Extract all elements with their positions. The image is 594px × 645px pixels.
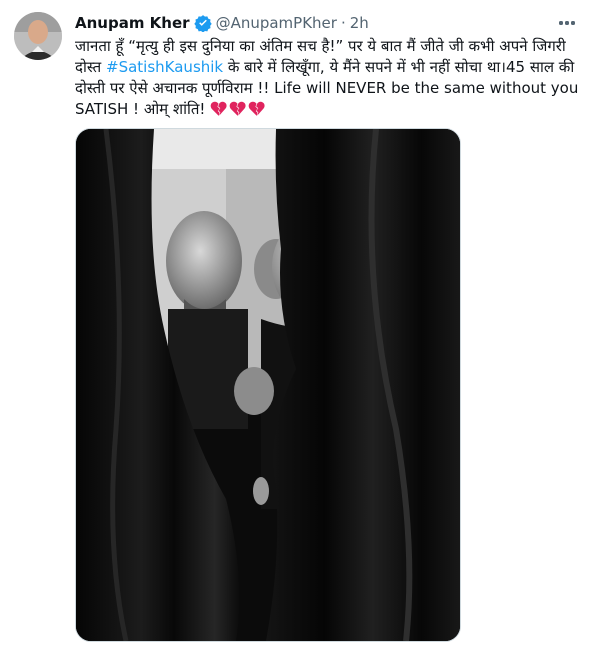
tweet-card[interactable]: Anupam Kher @AnupamPKher · 2h जानता हूँ … xyxy=(0,0,594,645)
tweet-photo[interactable] xyxy=(75,128,461,642)
more-horizontal-icon xyxy=(559,21,563,25)
emoji-group xyxy=(210,100,267,117)
avatar-image xyxy=(14,12,62,60)
more-options-button[interactable] xyxy=(554,10,580,36)
author-avatar[interactable] xyxy=(14,12,62,60)
tweet-timestamp[interactable]: 2h xyxy=(350,14,369,32)
tweet-text: जानता हूँ “मृत्यु ही इस दुनिया का अंतिम … xyxy=(75,36,580,120)
photo-image xyxy=(76,129,460,641)
header-separator: · xyxy=(340,14,346,32)
author-handle[interactable]: @AnupamPKher xyxy=(216,14,337,32)
broken-heart-icon xyxy=(229,101,246,116)
broken-heart-icon xyxy=(210,101,227,116)
hashtag-link[interactable]: #SatishKaushik xyxy=(106,58,223,76)
verified-badge-icon xyxy=(193,14,212,33)
tweet-header: Anupam Kher @AnupamPKher · 2h xyxy=(75,12,574,34)
author-name[interactable]: Anupam Kher xyxy=(75,14,190,32)
broken-heart-icon xyxy=(248,101,265,116)
